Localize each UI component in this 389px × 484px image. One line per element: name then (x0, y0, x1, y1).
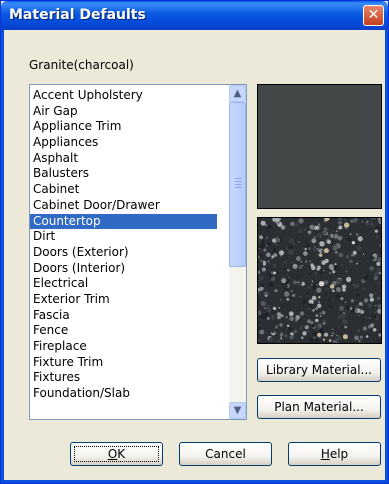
list-item[interactable]: Electrical (30, 276, 217, 292)
list-item[interactable]: Fence (30, 323, 217, 339)
list-items: Accent Upholstery Air Gap Appliance Trim Ap… (30, 88, 217, 402)
list-item[interactable]: Fireplace (30, 339, 217, 355)
list-item[interactable]: Balusters (30, 166, 217, 182)
ok-button[interactable]: OK (70, 442, 163, 466)
focus-rectangle (74, 446, 159, 462)
window-frame-right (385, 30, 388, 483)
cancel-button[interactable]: Cancel (179, 442, 272, 466)
list-item[interactable]: Fixture Trim (30, 355, 217, 371)
grip-line (235, 187, 242, 188)
close-icon: ✕ (367, 7, 380, 23)
list-item[interactable]: Countertop (30, 213, 217, 230)
help-mnemonic: H (320, 447, 330, 461)
list-item[interactable]: Exterior Trim (30, 292, 217, 308)
list-item[interactable]: Doors (Interior) (30, 261, 217, 277)
list-item[interactable]: Air Gap (30, 104, 217, 120)
list-item[interactable]: Cabinet Door/Drawer (30, 198, 217, 214)
grip-line (235, 184, 242, 185)
list-item[interactable]: Accent Upholstery (30, 88, 217, 104)
library-material-button[interactable]: Library Material... (257, 358, 381, 382)
plan-material-button[interactable]: Plan Material... (257, 395, 381, 419)
window-title: Material Defaults (9, 7, 146, 23)
list-item[interactable]: Asphalt (30, 151, 217, 167)
window-frame-left (1, 30, 4, 483)
help-button[interactable]: Help (288, 442, 381, 466)
close-button[interactable]: ✕ (363, 5, 384, 26)
grip-line (235, 178, 242, 179)
title-bar[interactable]: Material Defaults ✕ (1, 1, 388, 30)
material-texture-preview (257, 217, 382, 344)
list-item[interactable]: Foundation/Slab (30, 386, 217, 402)
scroll-up-button[interactable]: ▲ (229, 85, 246, 102)
material-category-list[interactable]: Accent Upholstery Air Gap Appliance Trim Ap… (29, 84, 247, 420)
material-defaults-dialog: Material Defaults ✕ Granite(charcoal) Ac… (0, 0, 389, 484)
grip-line (235, 181, 242, 182)
granite-texture-image (258, 218, 381, 343)
help-label-rest: elp (329, 447, 349, 461)
list-scrollbar[interactable]: ▲ ▼ (229, 85, 246, 419)
chevron-down-icon: ▼ (233, 405, 242, 416)
list-item[interactable]: Appliance Trim (30, 119, 217, 135)
window-frame-bottom (1, 480, 388, 483)
material-name-label: Granite(charcoal) (29, 58, 134, 72)
scroll-thumb[interactable] (229, 102, 246, 267)
list-item[interactable]: Dirt (30, 229, 217, 245)
list-item[interactable]: Doors (Exterior) (30, 245, 217, 261)
list-item[interactable]: Appliances (30, 135, 217, 151)
chevron-up-icon: ▲ (233, 88, 242, 99)
list-item[interactable]: Cabinet (30, 182, 217, 198)
material-color-preview (257, 84, 382, 209)
list-item[interactable]: Fixtures (30, 370, 217, 386)
list-item[interactable]: Fascia (30, 308, 217, 324)
scroll-down-button[interactable]: ▼ (229, 402, 246, 419)
